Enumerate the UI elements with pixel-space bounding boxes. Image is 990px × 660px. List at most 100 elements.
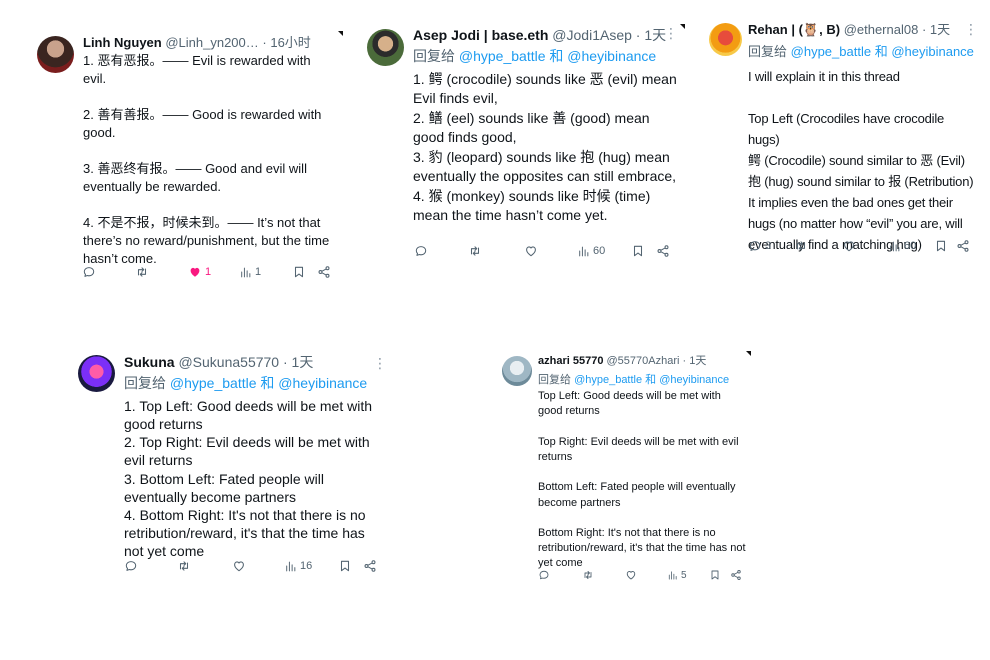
like-button[interactable] bbox=[625, 569, 640, 581]
avatar[interactable] bbox=[37, 36, 74, 73]
heart-icon bbox=[232, 559, 246, 573]
more-icon[interactable]: ⋮ bbox=[964, 22, 978, 36]
author-handle[interactable]: @Sukuna55770 bbox=[178, 354, 279, 370]
like-button[interactable] bbox=[842, 239, 859, 253]
author-handle[interactable]: @Linh_yn200… bbox=[165, 35, 258, 50]
retweet-icon bbox=[177, 559, 191, 573]
views-button[interactable]: 16 bbox=[284, 560, 312, 573]
share-button[interactable] bbox=[363, 559, 377, 573]
retweet-button[interactable] bbox=[582, 569, 597, 581]
retweet-button[interactable] bbox=[135, 265, 152, 279]
timestamp[interactable]: · 16小时 bbox=[262, 35, 310, 50]
views-button[interactable]: 60 bbox=[577, 245, 605, 258]
avatar[interactable] bbox=[367, 29, 404, 66]
author-name[interactable]: Asep Jodi | base.eth bbox=[413, 27, 548, 43]
reply-context: 回复给 @hype_battle 和 @heyibinance bbox=[538, 374, 730, 387]
timestamp[interactable]: · 1天 bbox=[636, 27, 666, 43]
mention-link[interactable]: @heyibinance bbox=[891, 44, 974, 59]
like-button[interactable]: 1 bbox=[188, 265, 211, 279]
reply-button[interactable] bbox=[124, 559, 141, 573]
views-button[interactable]: 60 bbox=[888, 240, 916, 253]
heart-icon bbox=[625, 569, 637, 581]
share-button[interactable] bbox=[317, 265, 331, 279]
tweet-header: Asep Jodi | base.eth @Jodi1Asep · 1天 bbox=[413, 27, 683, 44]
share-icon bbox=[317, 265, 331, 279]
reply-button[interactable]: 3 bbox=[748, 239, 771, 253]
retweet-button[interactable] bbox=[468, 244, 485, 258]
bookmark-icon bbox=[631, 244, 645, 258]
reply-icon bbox=[82, 265, 96, 279]
mention-link[interactable]: @hype_battle bbox=[459, 48, 546, 64]
author-handle[interactable]: @ethernal08 bbox=[844, 22, 919, 37]
share-icon bbox=[956, 239, 970, 253]
reply-icon bbox=[414, 244, 428, 258]
author-name[interactable]: Linh Nguyen bbox=[83, 35, 162, 50]
retweet-button[interactable] bbox=[177, 559, 194, 573]
views-chart-icon bbox=[239, 266, 252, 279]
views-chart-icon bbox=[667, 570, 678, 581]
author-handle[interactable]: @55770Azhari bbox=[607, 355, 680, 367]
tweet-header: Rehan | (🦉, B) @ethernal08 · 1天 bbox=[748, 22, 978, 38]
like-button[interactable] bbox=[232, 559, 249, 573]
views-button[interactable]: 5 bbox=[667, 570, 687, 581]
share-icon bbox=[730, 569, 742, 581]
reply-icon bbox=[124, 559, 138, 573]
reply-button[interactable] bbox=[82, 265, 99, 279]
views-chart-icon bbox=[888, 240, 901, 253]
tweet-header: Sukuna @Sukuna55770 · 1天 bbox=[124, 354, 379, 371]
timestamp[interactable]: · 1天 bbox=[683, 355, 707, 367]
bookmark-icon bbox=[292, 265, 306, 279]
reply-context: 回复给 @hype_battle 和 @heyibinance bbox=[748, 43, 974, 59]
heart-filled-icon bbox=[188, 265, 202, 279]
tweet-text: 1. 恶有恶报。—— Evil is rewarded with evil. 2… bbox=[83, 52, 330, 266]
bookmark-button[interactable] bbox=[934, 239, 948, 253]
share-button[interactable] bbox=[656, 244, 670, 258]
mention-link[interactable]: @heyibinance bbox=[278, 375, 367, 391]
author-handle[interactable]: @Jodi1Asep bbox=[552, 27, 632, 43]
tweet-text: I will explain it in this thread Top Lef… bbox=[748, 68, 974, 252]
tweet-header: Linh Nguyen @Linh_yn200… · 16小时 bbox=[83, 35, 343, 51]
retweet-icon bbox=[135, 265, 149, 279]
reply-button[interactable] bbox=[538, 569, 553, 581]
more-icon[interactable]: ⋮ bbox=[664, 26, 678, 40]
reply-context: 回复给 @hype_battle 和 @heyibinance bbox=[413, 47, 657, 64]
avatar[interactable] bbox=[502, 356, 532, 386]
more-icon[interactable]: ⋮ bbox=[373, 356, 387, 370]
bookmark-button[interactable] bbox=[631, 244, 645, 258]
share-button[interactable] bbox=[956, 239, 970, 253]
heart-icon bbox=[524, 244, 538, 258]
mention-link[interactable]: @hype_battle bbox=[170, 375, 257, 391]
reply-icon bbox=[538, 569, 550, 581]
mention-link[interactable]: @hype_battle bbox=[574, 374, 642, 386]
author-name[interactable]: Sukuna bbox=[124, 354, 175, 370]
bookmark-button[interactable] bbox=[292, 265, 306, 279]
timestamp[interactable]: · 1天 bbox=[283, 354, 313, 370]
author-name[interactable]: azhari 55770 bbox=[538, 355, 603, 367]
retweet-icon bbox=[794, 239, 808, 253]
views-button[interactable]: 1 bbox=[239, 266, 261, 279]
reply-icon bbox=[748, 239, 762, 253]
tweet-text: 1. 鳄 (crocodile) sounds like 恶 (evil) me… bbox=[413, 70, 677, 224]
mention-link[interactable]: @heyibinance bbox=[659, 374, 729, 386]
bookmark-button[interactable] bbox=[709, 569, 721, 581]
share-icon bbox=[656, 244, 670, 258]
mention-link[interactable]: @heyibinance bbox=[567, 48, 656, 64]
like-button[interactable] bbox=[524, 244, 541, 258]
bookmark-icon bbox=[709, 569, 721, 581]
timestamp[interactable]: · 1天 bbox=[922, 22, 950, 37]
reply-button[interactable] bbox=[414, 244, 431, 258]
bookmark-icon bbox=[934, 239, 948, 253]
views-chart-icon bbox=[284, 560, 297, 573]
share-button[interactable] bbox=[730, 569, 742, 581]
corner-marker bbox=[680, 24, 685, 29]
avatar[interactable] bbox=[78, 355, 115, 392]
author-name[interactable]: Rehan | (🦉, B) bbox=[748, 22, 840, 37]
retweet-button[interactable] bbox=[794, 239, 811, 253]
bookmark-button[interactable] bbox=[338, 559, 352, 573]
corner-marker bbox=[746, 351, 751, 356]
avatar[interactable] bbox=[709, 23, 742, 56]
views-chart-icon bbox=[577, 245, 590, 258]
bookmark-icon bbox=[338, 559, 352, 573]
mention-link[interactable]: @hype_battle bbox=[791, 44, 871, 59]
tweet-text: 1. Top Left: Good deeds will be met with… bbox=[124, 397, 372, 560]
